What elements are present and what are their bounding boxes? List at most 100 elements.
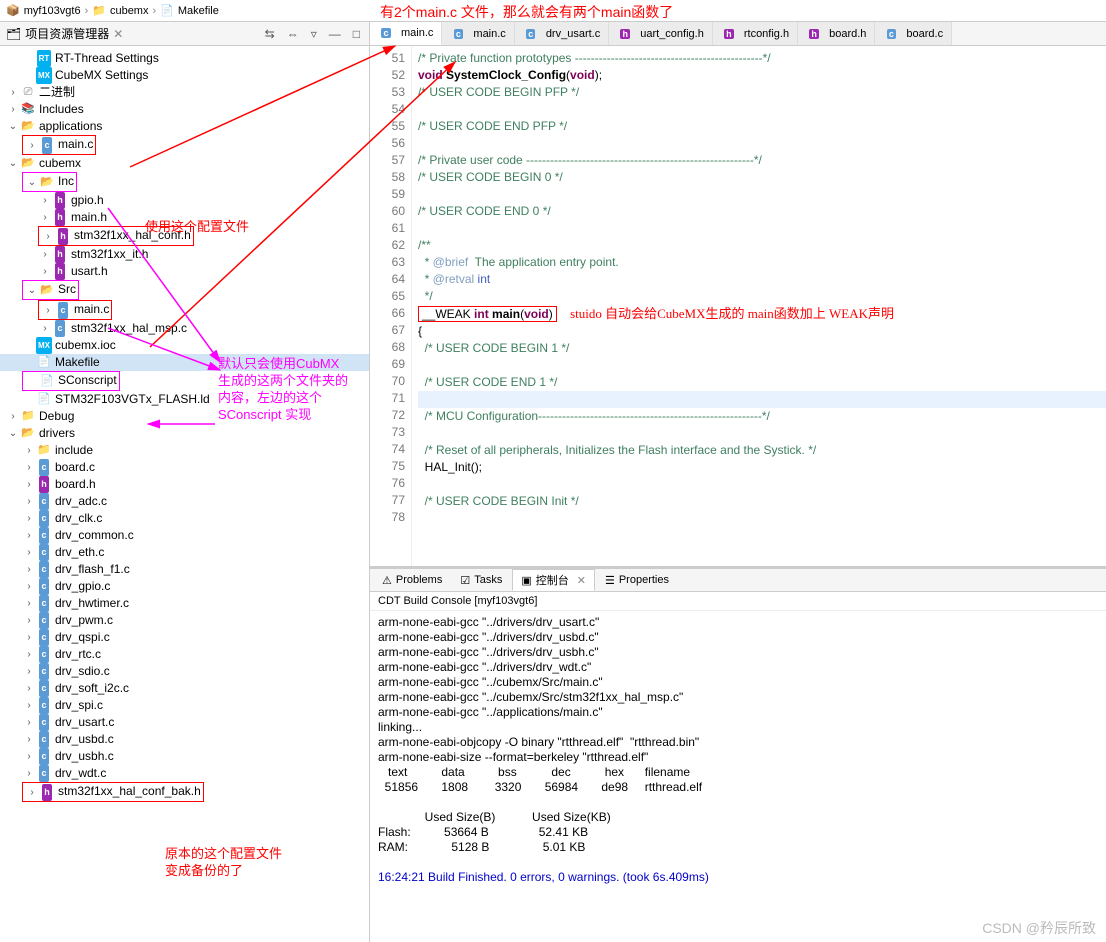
drv-usbd[interactable]: ›drv_usbd.c xyxy=(0,731,369,748)
tree-label: STM32F103VGTx_FLASH.ld xyxy=(55,391,210,408)
tree-label: cubemx.ioc xyxy=(55,337,116,354)
c-file-icon xyxy=(36,663,52,679)
tree-label: stm32f1xx_hal_msp.c xyxy=(71,320,187,337)
editor-tab[interactable]: main.c xyxy=(370,22,442,45)
editor-tab[interactable]: main.c xyxy=(442,22,514,45)
file-icon xyxy=(523,26,539,42)
tree-label: main.c xyxy=(58,137,93,151)
cubemx-folder[interactable]: ⌄📂cubemx xyxy=(0,155,369,172)
bc-project[interactable]: myf103vgt6 xyxy=(24,5,81,17)
minimize-icon[interactable]: — xyxy=(326,27,344,41)
tree-label: drv_hwtimer.c xyxy=(55,595,129,612)
cubemx-settings-item[interactable]: CubeMX Settings xyxy=(0,67,369,84)
bc-folder[interactable]: cubemx xyxy=(110,5,149,17)
tree-label: drv_rtc.c xyxy=(55,646,101,663)
applications-folder[interactable]: ⌄📂applications xyxy=(0,118,369,135)
tasks-tab[interactable]: ☑Tasks xyxy=(452,572,510,589)
c-file-icon xyxy=(36,646,52,662)
binary-icon: ⎚ xyxy=(20,85,36,101)
tree-label: drv_soft_i2c.c xyxy=(55,680,129,697)
file-icon xyxy=(617,26,633,42)
drv-usbh[interactable]: ›drv_usbh.c xyxy=(0,748,369,765)
drv-eth[interactable]: ›drv_eth.c xyxy=(0,544,369,561)
rt-settings-item[interactable]: RT-Thread Settings xyxy=(0,50,369,67)
board-h[interactable]: ›board.h xyxy=(0,476,369,493)
editor-tab[interactable]: board.c xyxy=(875,22,952,45)
tree-label: drivers xyxy=(39,425,75,442)
drv-flash[interactable]: ›drv_flash_f1.c xyxy=(0,561,369,578)
bc-file[interactable]: Makefile xyxy=(178,5,219,17)
hal-conf-bak[interactable]: ›stm32f1xx_hal_conf_bak.h xyxy=(0,782,369,802)
maximize-icon[interactable]: □ xyxy=(350,27,363,41)
tree-label: stm32f1xx_hal_conf_bak.h xyxy=(58,784,201,798)
editor-tab[interactable]: board.h xyxy=(798,22,875,45)
close-icon[interactable]: ✕ xyxy=(113,27,123,41)
tab-label: main.c xyxy=(473,28,505,40)
project-explorer-tab[interactable]: 🗂 项目资源管理器 ✕ xyxy=(6,25,123,42)
hal-msp-c[interactable]: ›stm32f1xx_hal_msp.c xyxy=(0,320,369,337)
drv-spi[interactable]: ›drv_spi.c xyxy=(0,697,369,714)
console-output[interactable]: arm-none-eabi-gcc "../drivers/drv_usart.… xyxy=(370,611,1106,942)
drv-sdio[interactable]: ›drv_sdio.c xyxy=(0,663,369,680)
link-editor-icon[interactable]: ⇔ xyxy=(284,27,302,41)
collapse-all-icon[interactable]: ⇆ xyxy=(262,27,278,41)
drivers-folder[interactable]: ⌄📂drivers xyxy=(0,425,369,442)
editor-tab[interactable]: drv_usart.c xyxy=(515,22,609,45)
code-editor[interactable]: 5152535455565758596061626364656667686970… xyxy=(370,46,1106,566)
c-file-icon xyxy=(36,714,52,730)
editor-tab[interactable]: rtconfig.h xyxy=(713,22,798,45)
tree-label: drv_usbh.c xyxy=(55,748,114,765)
view-menu-icon[interactable]: ▿ xyxy=(308,27,320,41)
folder-icon: 📁 xyxy=(92,4,106,17)
drv-qspi[interactable]: ›drv_qspi.c xyxy=(0,629,369,646)
drv-pwm[interactable]: ›drv_pwm.c xyxy=(0,612,369,629)
ioc-file[interactable]: cubemx.ioc xyxy=(0,337,369,354)
tree-label: drv_eth.c xyxy=(55,544,104,561)
c-file-icon xyxy=(36,748,52,764)
tree-label: include xyxy=(55,442,93,459)
it-h[interactable]: ›stm32f1xx_it.h xyxy=(0,246,369,263)
includes-item[interactable]: ›📚Includes xyxy=(0,101,369,118)
anno-default-gen: 默认只会使用CubMX 生成的这两个文件夹的 内容，左边的这个 SConscri… xyxy=(218,355,348,423)
folder-icon: 📂 xyxy=(20,156,36,172)
drv-hwtimer[interactable]: ›drv_hwtimer.c xyxy=(0,595,369,612)
project-tree[interactable]: RT-Thread Settings CubeMX Settings ›⎚二进制… xyxy=(0,46,369,942)
drv-wdt[interactable]: ›drv_wdt.c xyxy=(0,765,369,782)
board-c[interactable]: ›board.c xyxy=(0,459,369,476)
close-icon[interactable]: ✕ xyxy=(577,574,586,587)
tree-label: drv_pwm.c xyxy=(55,612,113,629)
tree-label: 二进制 xyxy=(39,84,75,101)
properties-tab[interactable]: ☰Properties xyxy=(597,572,677,589)
c-file-icon xyxy=(36,629,52,645)
drv-rtc[interactable]: ›drv_rtc.c xyxy=(0,646,369,663)
tree-label: drv_usbd.c xyxy=(55,731,114,748)
drv-adc[interactable]: ›drv_adc.c xyxy=(0,493,369,510)
h-file-icon xyxy=(39,784,55,800)
src-folder[interactable]: ⌄📂Src xyxy=(0,280,369,300)
src-main-c[interactable]: ›main.c xyxy=(0,300,369,320)
tree-label: SConscript xyxy=(58,373,117,387)
tree-label: drv_flash_f1.c xyxy=(55,561,130,578)
file-icon xyxy=(36,355,52,371)
problems-tab[interactable]: ⚠Problems xyxy=(374,572,450,589)
tree-label: usart.h xyxy=(71,263,108,280)
tree-label: drv_qspi.c xyxy=(55,629,110,646)
tree-label: main.h xyxy=(71,209,107,226)
usart-h[interactable]: ›usart.h xyxy=(0,263,369,280)
binary-item[interactable]: ›⎚二进制 xyxy=(0,84,369,101)
console-tabs: ⚠Problems ☑Tasks ▣控制台✕ ☰Properties xyxy=(370,569,1106,592)
gpio-h[interactable]: ›gpio.h xyxy=(0,192,369,209)
inc-folder[interactable]: ⌄📂Inc xyxy=(0,172,369,192)
tree-label: Debug xyxy=(39,408,74,425)
drv-usart[interactable]: ›drv_usart.c xyxy=(0,714,369,731)
drv-common[interactable]: ›drv_common.c xyxy=(0,527,369,544)
drv-gpio[interactable]: ›drv_gpio.c xyxy=(0,578,369,595)
console-tab[interactable]: ▣控制台✕ xyxy=(512,569,595,591)
drv-clk[interactable]: ›drv_clk.c xyxy=(0,510,369,527)
annotation-two-mains: 有2个main.c 文件，那么就会有两个main函数了 xyxy=(380,2,673,22)
drivers-include[interactable]: ›📁include xyxy=(0,442,369,459)
code-content[interactable]: /* Private function prototypes ---------… xyxy=(412,46,1106,566)
applications-main-c[interactable]: ›main.c xyxy=(0,135,369,155)
editor-tab[interactable]: uart_config.h xyxy=(609,22,713,45)
drv-softi2c[interactable]: ›drv_soft_i2c.c xyxy=(0,680,369,697)
